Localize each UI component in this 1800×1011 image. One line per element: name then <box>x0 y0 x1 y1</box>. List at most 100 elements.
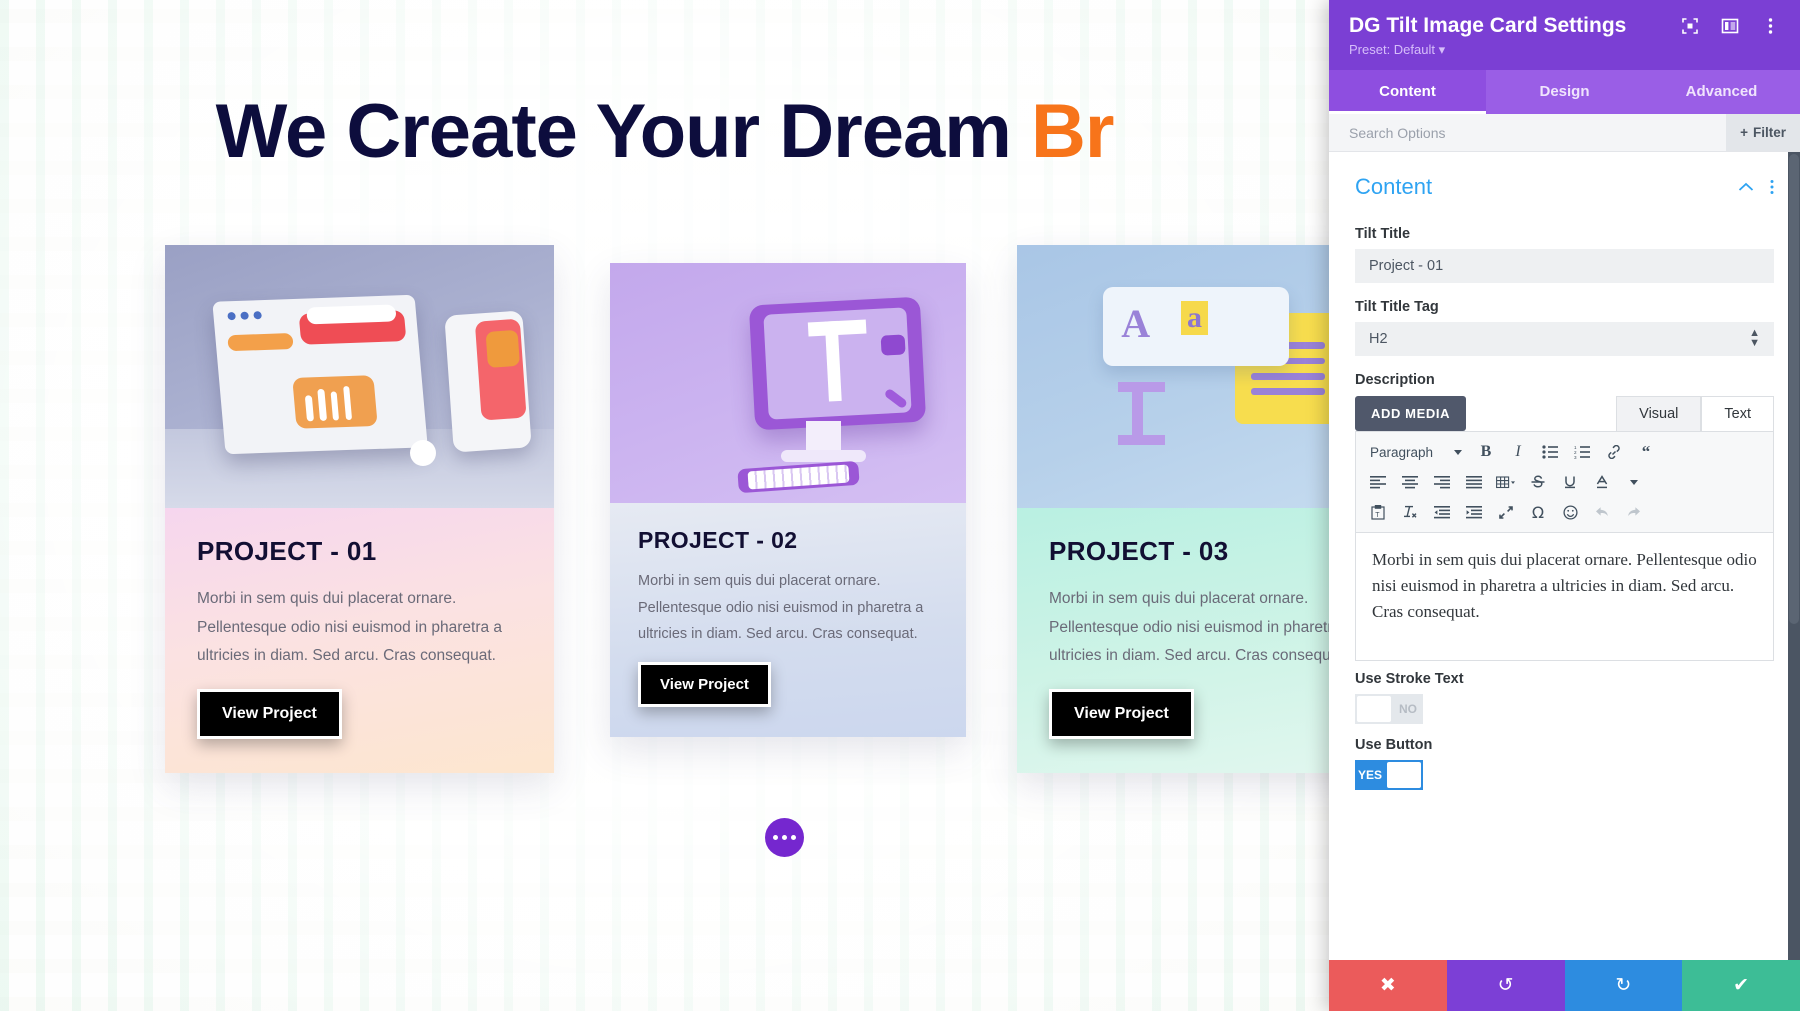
svg-text:T: T <box>1375 512 1380 519</box>
project-card[interactable]: PROJECT - 01 Morbi in sem quis dui place… <box>165 245 554 773</box>
kebab-menu-icon[interactable] <box>1760 16 1780 36</box>
preset-selector[interactable]: Preset: Default ▾ <box>1349 42 1780 58</box>
project-card-description: Morbi in sem quis dui placerat ornare. P… <box>197 590 503 665</box>
use-stroke-text-toggle[interactable]: NO <box>1355 694 1423 724</box>
editor-toolbar: Paragraph B I 123 “ T Ω <box>1355 431 1774 533</box>
project-card-body: PROJECT - 03 Morbi in sem quis dui place… <box>1017 508 1329 773</box>
clear-formatting-icon[interactable] <box>1396 499 1424 525</box>
undo-icon[interactable] <box>1588 499 1616 525</box>
close-button[interactable]: ✖ <box>1329 960 1447 1011</box>
use-stroke-text-value: NO <box>1399 702 1417 716</box>
dot-icon <box>782 835 787 840</box>
tab-advanced[interactable]: Advanced <box>1643 70 1800 114</box>
add-media-button[interactable]: ADD MEDIA <box>1355 396 1467 431</box>
underline-icon[interactable] <box>1556 469 1584 495</box>
project-card[interactable]: PROJECT - 02 Morbi in sem quis dui place… <box>610 263 966 738</box>
paste-as-text-icon[interactable]: T <box>1364 499 1392 525</box>
focus-target-icon[interactable] <box>1680 16 1700 36</box>
use-stroke-text-label: Use Stroke Text <box>1355 671 1464 687</box>
tilt-title-tag-value: H2 <box>1369 331 1388 347</box>
bullet-list-icon[interactable] <box>1536 439 1564 465</box>
scrollbar-thumb[interactable] <box>1789 154 1799 624</box>
chevron-down-icon <box>1454 449 1462 455</box>
tab-design[interactable]: Design <box>1486 70 1643 114</box>
section-title: Content <box>1355 174 1433 199</box>
view-project-button[interactable]: View Project <box>1049 688 1194 739</box>
preset-label: Preset: Default <box>1349 42 1435 57</box>
settings-scroll-area: Content Tilt Title Project - 01 Tilt Tit… <box>1329 152 1800 960</box>
align-left-icon[interactable] <box>1364 469 1392 495</box>
strikethrough-icon[interactable] <box>1524 469 1552 495</box>
plus-icon: + <box>1740 125 1748 140</box>
view-project-button[interactable]: View Project <box>197 688 342 739</box>
table-icon[interactable] <box>1492 469 1520 495</box>
chevron-up-icon[interactable] <box>1738 182 1754 192</box>
dot-icon <box>791 835 796 840</box>
description-label: Description <box>1355 372 1435 388</box>
tilt-title-input[interactable]: Project - 01 <box>1355 249 1774 283</box>
project-card-body: PROJECT - 01 Morbi in sem quis dui place… <box>165 508 554 773</box>
link-icon[interactable] <box>1600 439 1628 465</box>
redo-button[interactable]: ↻ <box>1564 960 1683 1011</box>
page-title-main: We Create Your Dream <box>215 89 1031 174</box>
tilt-title-tag-select[interactable]: H2 ▲ ▼ <box>1355 322 1774 356</box>
indent-icon[interactable] <box>1460 499 1488 525</box>
project-card-image <box>610 263 966 503</box>
special-character-icon[interactable]: Ω <box>1524 499 1552 525</box>
modal-tabs: Content Design Advanced <box>1329 70 1800 114</box>
dot-icon <box>773 835 778 840</box>
undo-button[interactable]: ↺ <box>1446 960 1565 1011</box>
text-color-chevron-icon[interactable] <box>1620 469 1648 495</box>
project-card-image: Aa <box>1017 245 1329 508</box>
use-button-toggle[interactable]: YES <box>1355 760 1423 790</box>
outdent-icon[interactable] <box>1428 499 1456 525</box>
svg-text:3: 3 <box>1574 455 1577 459</box>
project-card-title: PROJECT - 02 <box>638 527 798 553</box>
project-card-description: Morbi in sem quis dui placerat ornare. P… <box>638 573 924 643</box>
toggle-knob <box>1387 762 1421 788</box>
content-section-header[interactable]: Content <box>1355 152 1774 210</box>
numbered-list-icon[interactable]: 123 <box>1568 439 1596 465</box>
project-card-image <box>165 245 554 508</box>
editor-top-bar: ADD MEDIA Visual Text <box>1355 396 1774 431</box>
redo-icon[interactable] <box>1620 499 1648 525</box>
emoji-icon[interactable] <box>1556 499 1584 525</box>
use-button-label: Use Button <box>1355 737 1433 753</box>
tilt-title-tag-label: Tilt Title Tag <box>1355 299 1439 315</box>
search-input[interactable]: Search Options <box>1329 125 1726 141</box>
tilt-title-field: Tilt Title Project - 01 <box>1355 226 1774 283</box>
blockquote-icon[interactable]: “ <box>1632 439 1660 465</box>
align-right-icon[interactable] <box>1428 469 1456 495</box>
project-card-body: PROJECT - 02 Morbi in sem quis dui place… <box>610 503 966 738</box>
settings-modal: DG Tilt Image Card Settings Preset: Defa… <box>1329 0 1800 1011</box>
website-preview: We Create Your Dream Br PROJECT - 01 Mor… <box>0 0 1329 1011</box>
fullscreen-icon[interactable] <box>1492 499 1520 525</box>
panel-scrollbar[interactable] <box>1788 152 1800 960</box>
align-justify-icon[interactable] <box>1460 469 1488 495</box>
description-field: Description ADD MEDIA Visual Text Paragr… <box>1355 372 1774 661</box>
view-project-button[interactable]: View Project <box>638 662 771 708</box>
filter-button[interactable]: + Filter <box>1726 114 1800 151</box>
bold-icon[interactable]: B <box>1472 439 1500 465</box>
tilt-title-label: Tilt Title <box>1355 226 1411 242</box>
page-title: We Create Your Dream Br <box>0 88 1329 175</box>
use-button-value: YES <box>1357 768 1382 782</box>
modal-header: DG Tilt Image Card Settings Preset: Defa… <box>1329 0 1800 70</box>
paragraph-format-select[interactable]: Paragraph <box>1364 439 1468 465</box>
add-module-button[interactable] <box>765 818 804 857</box>
project-card[interactable]: Aa PROJECT - 03 Morbi in sem quis dui pl… <box>1017 245 1329 773</box>
layout-columns-icon[interactable] <box>1720 16 1740 36</box>
modal-footer: ✖ ↺ ↻ ✔ <box>1329 960 1800 1011</box>
editor-tab-text[interactable]: Text <box>1701 396 1774 431</box>
tab-content[interactable]: Content <box>1329 70 1486 114</box>
project-card-description: Morbi in sem quis dui placerat ornare. P… <box>1049 590 1329 665</box>
description-editor-body[interactable]: Morbi in sem quis dui placerat ornare. P… <box>1355 533 1774 661</box>
italic-icon[interactable]: I <box>1504 439 1532 465</box>
save-button[interactable]: ✔ <box>1682 960 1800 1011</box>
text-color-icon[interactable] <box>1588 469 1616 495</box>
section-menu-icon[interactable] <box>1770 179 1774 195</box>
page-title-accent: Br <box>1030 89 1114 174</box>
align-center-icon[interactable] <box>1396 469 1424 495</box>
editor-tab-visual[interactable]: Visual <box>1616 396 1702 431</box>
use-stroke-text-field: Use Stroke Text NO <box>1355 671 1774 727</box>
